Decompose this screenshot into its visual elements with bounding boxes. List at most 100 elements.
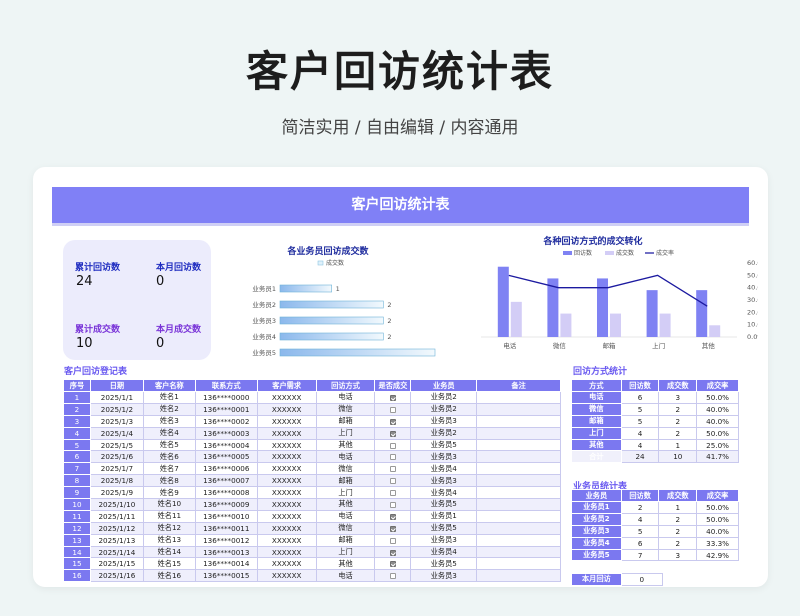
register-header-cell: 备注 (476, 379, 561, 392)
table-row[interactable]: 4 2025/1/4 姓名4 136****0003 XXXXXX 上门 业务员2 (63, 426, 561, 440)
staff_stats-header-cell: 成交数 (658, 489, 698, 502)
table-cell: XXXXXX (256, 426, 317, 440)
checkbox-checked[interactable] (389, 430, 396, 437)
table-row[interactable]: 1 2025/1/1 姓名1 136****0000 XXXXXX 电话 业务员2 (63, 391, 561, 404)
checkbox-checked[interactable] (389, 418, 396, 425)
table-row[interactable]: 8 2025/1/8 姓名8 136****0007 XXXXXX 邮箱 业务员3 (63, 474, 561, 488)
checkbox-unchecked[interactable] (389, 406, 396, 413)
checkbox-unchecked[interactable] (389, 573, 396, 580)
row-index: 10 (63, 498, 91, 511)
table-cell: 136****0001 (194, 402, 258, 416)
checkbox-unchecked[interactable] (389, 478, 396, 485)
table-row: 上门 4 2 50.0% (571, 426, 739, 440)
checkbox-unchecked[interactable] (389, 454, 396, 461)
table-cell: 4 (620, 426, 660, 440)
table-cell: 2 (658, 402, 698, 416)
chart-method-category-label: 其他 (702, 341, 716, 350)
table-row[interactable]: 3 2025/1/3 姓名3 136****0002 XXXXXX 邮箱 业务员3 (63, 414, 561, 428)
table-row[interactable]: 11 2025/1/11 姓名11 136****0010 XXXXXX 电话 业务员1 (63, 509, 561, 523)
table-row[interactable]: 5 2025/1/5 姓名5 136****0004 XXXXXX 其他 业务员5 (63, 438, 561, 452)
table-cell: 微信 (315, 462, 376, 476)
table-cell: 上门 (315, 426, 376, 440)
table-row[interactable]: 13 2025/1/13 姓名13 136****0012 XXXXXX 邮箱 业务员3 (63, 533, 561, 547)
table-row[interactable]: 10 2025/1/10 姓名10 136****0009 XXXXXX 其他 业务员5 (63, 498, 561, 511)
table-cell: 其他 (315, 438, 376, 452)
row-label: 邮箱 (571, 414, 622, 428)
chart-method-deals-bar (659, 313, 671, 337)
table-cell: 136****0003 (194, 426, 258, 440)
table-cell: XXXXXX (256, 414, 317, 428)
table-cell: 3 (658, 548, 698, 562)
chart-method-right-tick: 30.0% (747, 296, 758, 304)
chart-method-deals-bar (709, 325, 721, 337)
table-cell: 136****0014 (194, 557, 258, 571)
kpi-total-deals-value: 10 (76, 336, 93, 351)
checkbox-unchecked[interactable] (389, 490, 396, 497)
table-cell: 业务员4 (410, 462, 478, 476)
checkbox-unchecked[interactable] (389, 442, 396, 449)
chart-method-legend-label: 回访数 (574, 249, 592, 257)
table-cell (476, 426, 561, 440)
row-label: 微信 (571, 402, 622, 416)
table-cell (476, 545, 561, 559)
table-cell: 136****0002 (194, 414, 258, 428)
row-index: 7 (63, 462, 91, 476)
table-row[interactable]: 16 2025/1/16 姓名16 136****0015 XXXXXX 电话 业务员3 (63, 569, 561, 583)
table-cell: 3 (658, 391, 698, 404)
table-row: 业务员5 7 3 42.9% (571, 548, 739, 562)
checkbox-checked[interactable] (389, 513, 396, 520)
row-label: 业务员5 (571, 548, 622, 562)
checkbox-unchecked[interactable] (389, 501, 396, 508)
table-cell: 136****0013 (194, 545, 258, 559)
table-row[interactable]: 7 2025/1/7 姓名7 136****0006 XXXXXX 微信 业务员4 (63, 462, 561, 476)
checkbox-unchecked[interactable] (389, 537, 396, 544)
table-cell: 姓名1 (142, 391, 196, 404)
banner-divider (52, 223, 749, 226)
table-row[interactable]: 12 2025/1/12 姓名12 136****0011 XXXXXX 微信 业务员5 (63, 521, 561, 535)
table-cell: 136****0007 (194, 474, 258, 488)
chart-staff-deals: 成交数业务员11业务员22业务员32业务员42业务员53 (252, 259, 436, 357)
chart-method-right-tick: 20.0% (747, 308, 758, 316)
checkbox-checked[interactable] (389, 525, 396, 532)
method_stats-header-cell: 成交数 (658, 379, 698, 392)
deal-status-cell (374, 391, 412, 404)
table-cell: 2025/1/11 (89, 509, 144, 523)
table-cell: XXXXXX (256, 474, 317, 488)
table-row[interactable]: 14 2025/1/14 姓名14 136****0013 XXXXXX 上门 业务员4 (63, 545, 561, 559)
table-cell (476, 414, 561, 428)
table-cell: 上门 (315, 486, 376, 500)
table-cell: 4 (620, 512, 660, 526)
table-cell: 2025/1/1 (89, 391, 144, 404)
checkbox-checked[interactable] (389, 561, 396, 568)
chart-staff-category-label: 业务员4 (252, 332, 276, 341)
table-cell: 136****0015 (194, 569, 258, 583)
table-row[interactable]: 15 2025/1/15 姓名15 136****0014 XXXXXX 其他 业务员5 (63, 557, 561, 571)
chart-method-right-tick: 60.0% (747, 259, 758, 267)
register-header-cell: 日期 (89, 379, 144, 392)
checkbox-checked[interactable] (389, 549, 396, 556)
table-cell (476, 391, 561, 404)
table-cell: 业务员3 (410, 450, 478, 464)
table-cell: XXXXXX (256, 533, 317, 547)
table-cell: 上门 (315, 545, 376, 559)
chart-method-right-tick: 40.0% (747, 284, 758, 292)
register-header-cell: 客户需求 (256, 379, 317, 392)
table-cell: 姓名4 (142, 426, 196, 440)
deal-status-cell (374, 450, 412, 464)
table-row[interactable]: 2 2025/1/2 姓名2 136****0001 XXXXXX 微信 业务员2 (63, 402, 561, 416)
kpi-month-deals-label: 本月成交数 (156, 325, 202, 335)
table-row: 业务员2 4 2 50.0% (571, 512, 739, 526)
row-index: 11 (63, 509, 91, 523)
table-row[interactable]: 9 2025/1/9 姓名9 136****0008 XXXXXX 上门 业务员4 (63, 486, 561, 500)
table-cell: XXXXXX (256, 462, 317, 476)
checkbox-checked[interactable] (389, 394, 396, 401)
method-stats-title: 回访方式统计 (573, 367, 628, 377)
method_stats-header-cell: 成交率 (696, 379, 739, 392)
deal-status-cell (374, 414, 412, 428)
row-label: 电话 (571, 391, 622, 404)
table-cell: 136****0012 (194, 533, 258, 547)
sheet-banner: 客户回访统计表 (52, 187, 749, 223)
checkbox-unchecked[interactable] (389, 466, 396, 473)
table-row: 邮箱 5 2 40.0% (571, 414, 739, 428)
table-row[interactable]: 6 2025/1/6 姓名6 136****0005 XXXXXX 电话 业务员3 (63, 450, 561, 464)
